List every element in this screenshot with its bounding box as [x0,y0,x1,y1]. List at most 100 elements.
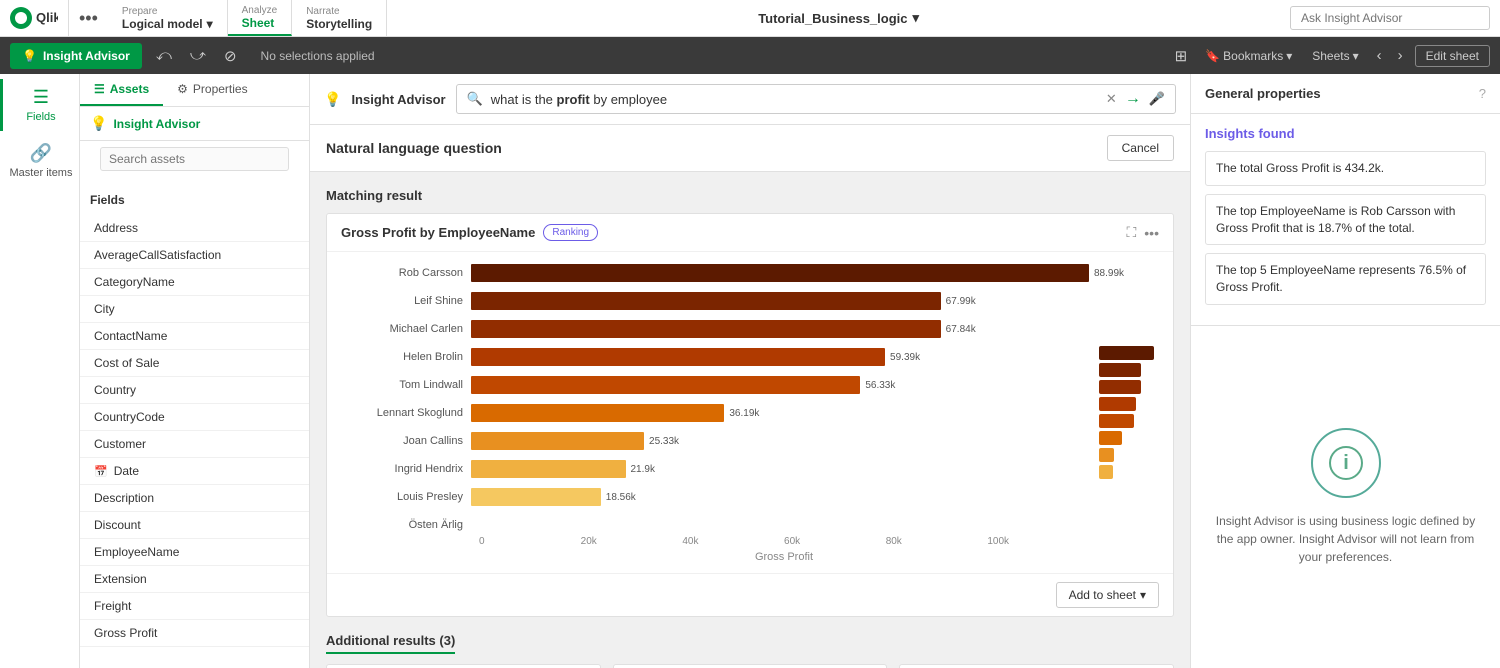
thumb-bar [1099,414,1134,428]
search-suffix: by employee [590,92,667,107]
search-clear-icon[interactable]: ✕ [1106,91,1117,107]
bar-row[interactable]: Lennart Skoglund 36.19k [341,402,1089,424]
bar-fill: 36.19k [471,404,724,422]
field-item[interactable]: Description [80,485,309,512]
nav-more-icon[interactable]: ••• [69,8,108,29]
bar-row[interactable]: Louis Presley 18.56k [341,486,1089,508]
app-title[interactable]: Tutorial_Business_logic ▾ [758,10,919,26]
field-item[interactable]: CountryCode [80,404,309,431]
x-tick: 80k [886,536,988,547]
search-go-icon[interactable]: → [1125,90,1141,108]
ask-insight-input[interactable] [1290,6,1490,30]
nav-prepare-value: Logical model ▾ [122,17,213,31]
field-item[interactable]: Customer [80,431,309,458]
scroll-area: Matching result Gross Profit by Employee… [310,172,1190,668]
field-item[interactable]: Extension [80,566,309,593]
bar-value: 67.84k [941,324,976,335]
bar-row[interactable]: Tom Lindwall 56.33k [341,374,1089,396]
more-options-icon[interactable]: ••• [1144,225,1159,241]
bar-row[interactable]: Ingrid Hendrix 21.9k [341,458,1089,480]
field-item[interactable]: Discount [80,512,309,539]
insights-section: Insights found The total Gross Profit is… [1191,114,1500,326]
bar-row[interactable]: Östen Ärlig [341,514,1089,536]
bar-row[interactable]: Joan Callins 25.33k [341,430,1089,452]
insight-advisor-button[interactable]: 💡 Insight Advisor [10,43,142,69]
nav-analyze[interactable]: Analyze Sheet [228,0,293,36]
fields-list: AddressAverageCallSatisfactionCategoryNa… [80,215,309,668]
nav-analyze-label: Analyze [242,5,278,16]
insight-card: The total Gross Profit is 434.2k. [1205,151,1486,186]
toolbar-icon-3[interactable]: ⊘ [220,47,241,65]
bar-row[interactable]: Leif Shine 67.99k [341,290,1089,312]
bar-container: 21.9k [471,460,1089,478]
insight-advisor-header: 💡 Insight Advisor 🔍 what is the profit b… [310,74,1190,125]
insight-advisor-panel-button[interactable]: 💡 Insight Advisor [80,107,309,141]
cancel-button[interactable]: Cancel [1107,135,1174,161]
field-item[interactable]: EmployeeName [80,539,309,566]
field-item[interactable]: CategoryName [80,269,309,296]
x-tick: 0 [479,536,581,547]
help-icon[interactable]: ? [1479,86,1486,101]
bar-label: Michael Carlen [341,323,471,335]
expand-icon[interactable]: ⛶ [1126,224,1136,241]
bar-fill: 67.84k [471,320,941,338]
field-item[interactable]: Gross Profit [80,620,309,647]
bar-row[interactable]: Helen Brolin 59.39k [341,346,1089,368]
ranking-badge: Ranking [543,224,598,241]
bar-container: 18.56k [471,488,1089,506]
bar-row[interactable]: Rob Carsson 88.99k [341,262,1089,284]
chart-area: Rob Carsson 88.99k Leif Shine 67.99k Mic… [341,262,1089,563]
toolbar-icon-1[interactable]: ⤺ [152,47,176,64]
add-to-sheet-button[interactable]: Add to sheet ▾ [1056,582,1159,608]
advisor-icon-circle: i [1311,428,1381,498]
search-assets-input[interactable] [100,147,289,171]
assets-tab-assets[interactable]: ☰ Assets [80,74,163,106]
sidebar-tab-fields[interactable]: ☰ Fields [0,79,79,131]
bookmarks-button[interactable]: 🔖 Bookmarks ▾ [1199,47,1298,65]
field-item[interactable]: Country [80,377,309,404]
nav-prepare-chevron: ▾ [207,17,213,31]
nav-next-icon[interactable]: › [1394,47,1407,64]
bar-value: 36.19k [724,408,759,419]
sidebar-tab-master-items[interactable]: 🔗 Master items [0,135,79,187]
svg-text:i: i [1343,452,1349,474]
additional-chart-card: Contribution of Employ... Relative impor… [326,664,601,668]
field-item[interactable]: Address [80,215,309,242]
field-item[interactable]: City [80,296,309,323]
assets-tab-icon: ☰ [94,82,105,96]
advisor-note: i Insight Advisor is using business logi… [1191,326,1500,668]
insight-header-icon: 💡 [324,91,341,108]
field-item[interactable]: AverageCallSatisfaction [80,242,309,269]
bar-container [471,516,1089,534]
nav-prev-icon[interactable]: ‹ [1373,47,1386,64]
app-title-chevron: ▾ [912,10,919,26]
assets-tab-properties[interactable]: ⚙ Properties [163,74,261,106]
sheets-button[interactable]: Sheets ▾ [1306,47,1364,65]
toolbar-icon-2[interactable]: ⤻ [186,47,210,64]
nav-narrate[interactable]: Narrate Storytelling [292,0,387,36]
bar-value: 21.9k [626,464,655,475]
top-nav: Qlik ••• Prepare Logical model ▾ Analyze… [0,0,1500,37]
edit-sheet-button[interactable]: Edit sheet [1415,45,1490,67]
nav-prepare-label: Prepare [122,6,213,17]
main-chart-card: Gross Profit by EmployeeName Ranking ⛶ •… [326,213,1174,617]
nav-right [1290,6,1490,30]
grid-icon[interactable]: ⊞ [1171,47,1192,65]
field-item[interactable]: 📅Date [80,458,309,485]
insights-found-title: Insights found [1205,126,1486,141]
chart-header-right: ⛶ ••• [1126,224,1159,241]
bar-container: 56.33k [471,376,1089,394]
bar-label: Rob Carsson [341,267,471,279]
field-item[interactable]: Freight [80,593,309,620]
bar-chart: Rob Carsson 88.99k Leif Shine 67.99k Mic… [341,262,1089,532]
additional-cards: Contribution of Employ... Relative impor… [326,664,1174,668]
bar-fill: 21.9k [471,460,626,478]
search-mic-icon[interactable]: 🎤 [1149,91,1165,107]
bar-label: Helen Brolin [341,351,471,363]
bar-row[interactable]: Michael Carlen 67.84k [341,318,1089,340]
bar-fill: 25.33k [471,432,644,450]
nav-prepare[interactable]: Prepare Logical model ▾ [108,0,228,36]
field-item[interactable]: ContactName [80,323,309,350]
toolbar-right: ⊞ 🔖 Bookmarks ▾ Sheets ▾ ‹ › Edit sheet [1171,45,1490,67]
field-item[interactable]: Cost of Sale [80,350,309,377]
